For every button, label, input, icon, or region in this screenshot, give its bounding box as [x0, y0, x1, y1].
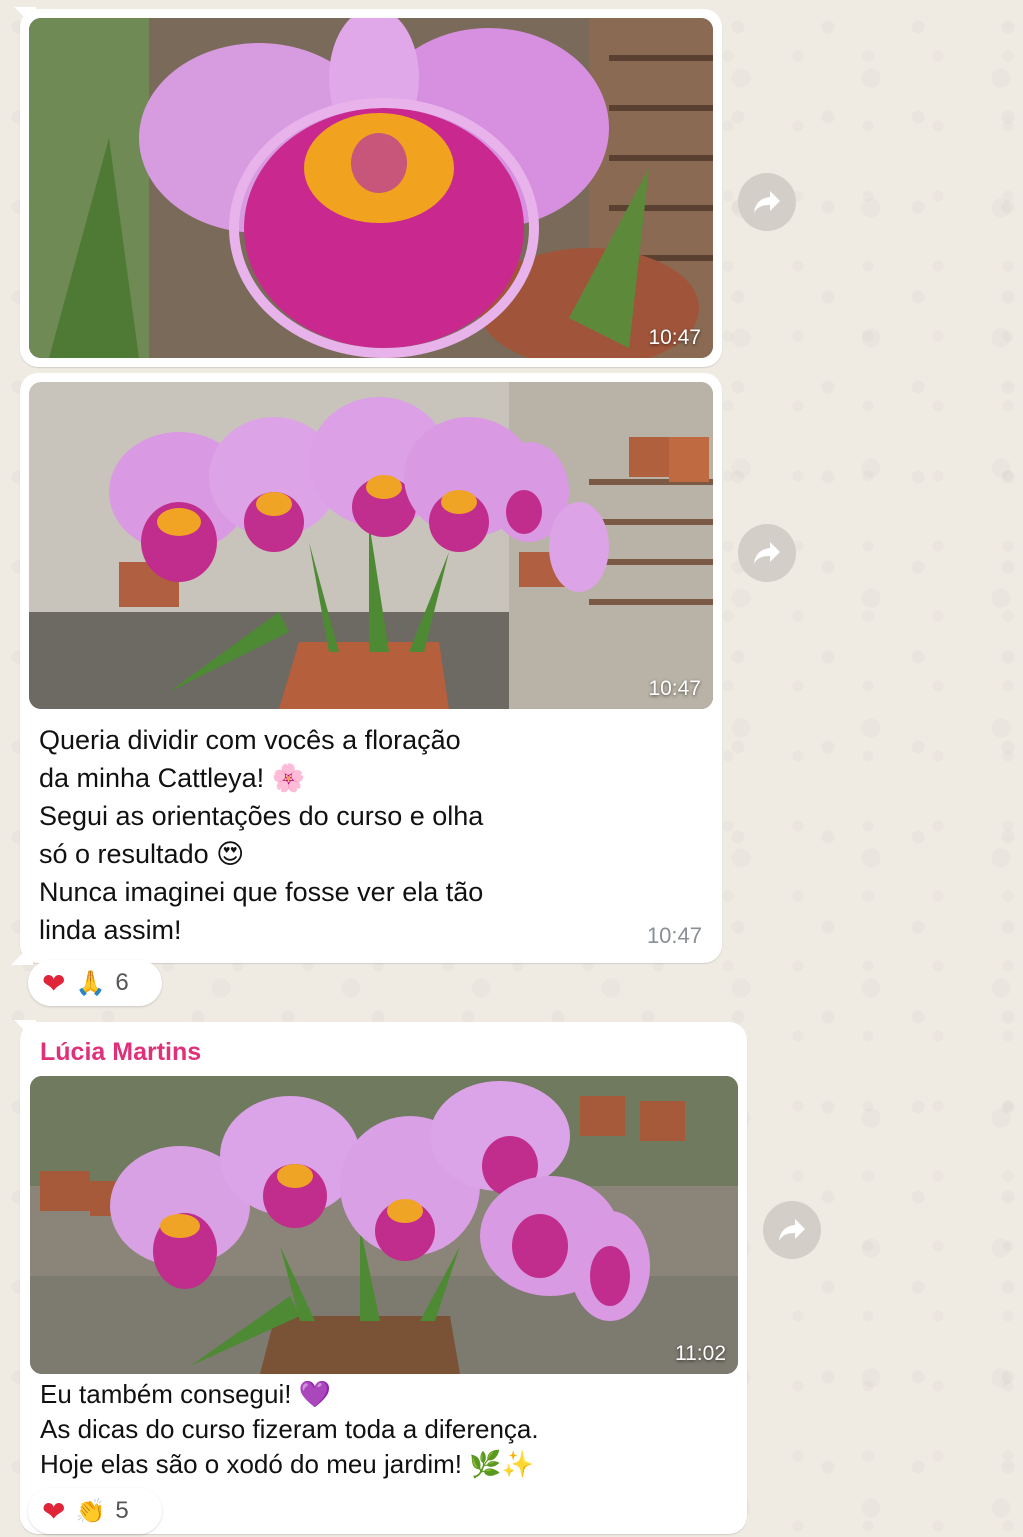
caption-line: linda assim! [39, 915, 182, 945]
forward-button[interactable] [738, 173, 796, 231]
reaction-count: 6 [115, 969, 129, 996]
caption-line: só o resultado 😍 [39, 839, 245, 869]
caption-line: As dicas do curso fizeram toda a diferen… [40, 1414, 539, 1444]
image-timestamp: 10:47 [648, 677, 701, 700]
image-caption-message-bubble[interactable]: 10:47 Queria dividir com vocês a floraçã… [11, 373, 722, 965]
caption-line: Hoje elas são o xodó do meu jardim! 🌿✨ [40, 1449, 534, 1479]
caption-line: Segui as orientações do curso e olha [39, 801, 484, 831]
heart-reaction-icon: ❤ [42, 1495, 66, 1527]
message-caption: Eu também consegui! 💜 As dicas do curso … [40, 1377, 539, 1482]
orchid-closeup-photo[interactable]: 10:47 [29, 18, 713, 358]
message-caption: Queria dividir com vocês a floração da m… [39, 721, 483, 949]
image-timestamp: 11:02 [675, 1342, 726, 1365]
sender-name[interactable]: Lúcia Martins [40, 1038, 201, 1067]
caption-line: da minha Cattleya! 🌸 [39, 763, 306, 793]
forward-button[interactable] [763, 1201, 821, 1259]
caption-line: Queria dividir com vocês a floração [39, 725, 461, 755]
orchid-basket-photo[interactable]: 11:02 [30, 1076, 738, 1374]
reactions-pill[interactable]: ❤ 👏 5 [28, 1488, 162, 1534]
heart-reaction-icon: ❤ [42, 967, 66, 999]
pray-reaction-icon: 🙏 [75, 969, 106, 997]
orchid-plant-photo[interactable]: 10:47 [29, 382, 713, 709]
reaction-count: 5 [115, 1497, 129, 1524]
caption-line: Nunca imaginei que fosse ver ela tão [39, 877, 484, 907]
forward-arrow-icon [754, 191, 780, 213]
reactions-pill[interactable]: ❤ 🙏 6 [28, 960, 162, 1006]
image-caption-message-bubble[interactable]: Lúcia Martins 11:02 Eu também consegui! … [14, 1020, 747, 1534]
image-timestamp: 10:47 [648, 326, 701, 349]
image-message-bubble[interactable]: 10:47 [14, 7, 722, 367]
message-timestamp: 10:47 [646, 923, 702, 948]
caption-line: Eu também consegui! 💜 [40, 1379, 332, 1409]
clap-reaction-icon: 👏 [75, 1497, 106, 1525]
forward-button[interactable] [738, 524, 796, 582]
forward-arrow-icon [754, 542, 780, 564]
forward-arrow-icon [779, 1219, 805, 1241]
